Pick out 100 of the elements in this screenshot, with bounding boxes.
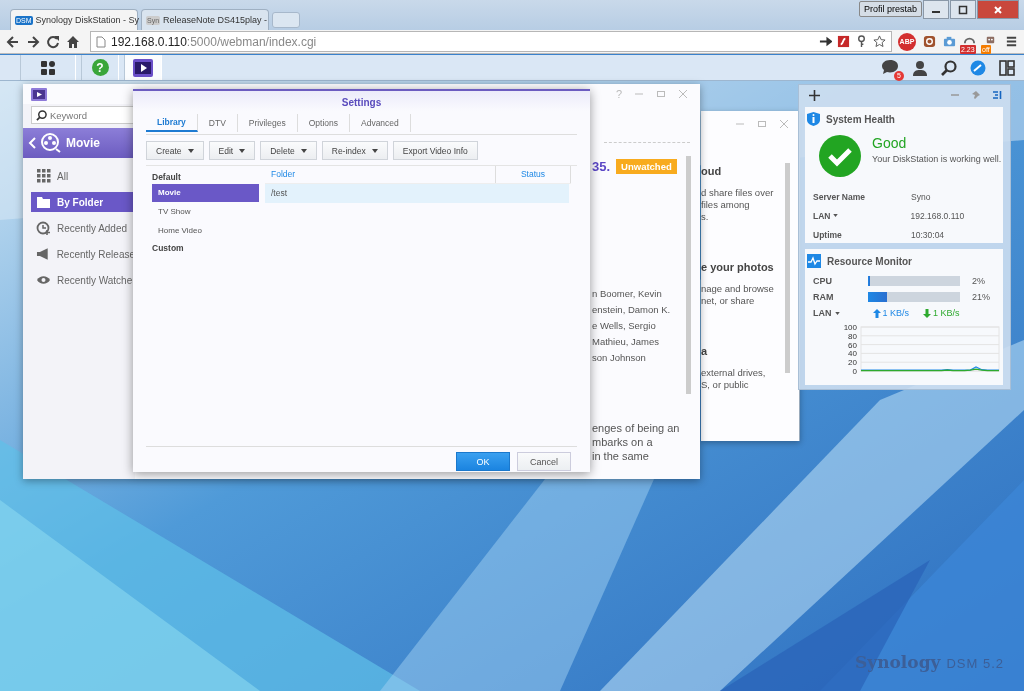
star-icon[interactable] (873, 35, 886, 48)
health-message: Your DiskStation is working well. (872, 154, 1002, 164)
cast-text: enstein, Damon K. (592, 304, 672, 317)
menu-icon[interactable] (1005, 35, 1018, 48)
section-heading: a (701, 345, 709, 357)
scrollbar[interactable] (686, 156, 691, 394)
add-icon[interactable] (809, 89, 820, 101)
apps-grid-icon (40, 59, 56, 76)
tab[interactable]: Advanced (350, 114, 411, 132)
table-row[interactable]: /test (265, 184, 569, 203)
cast-text: e Wells, Sergio (592, 320, 657, 333)
library-item[interactable]: TV Show (152, 203, 259, 221)
flash-icon[interactable] (837, 35, 850, 48)
text-line: net, or share (701, 295, 756, 307)
section-title: Movie (66, 136, 100, 150)
video-app-icon (31, 87, 47, 101)
meter-reading: 2% (972, 276, 985, 286)
tab[interactable]: Privileges (237, 114, 298, 132)
help-button[interactable]: ? (81, 55, 119, 80)
nav-item[interactable]: Recently Release (31, 244, 135, 264)
group-label: Custom (152, 242, 185, 255)
search-icon[interactable] (941, 59, 957, 76)
user-icon[interactable] (912, 59, 928, 76)
caret-icon (187, 148, 194, 153)
home-icon[interactable] (66, 34, 80, 49)
maximize-button[interactable] (950, 0, 976, 19)
tab[interactable]: DTV (197, 114, 238, 132)
widgets-icon[interactable] (999, 59, 1015, 76)
description-text: enges of being an (592, 421, 681, 435)
dashboard-icon[interactable] (970, 59, 986, 76)
dropdown-button[interactable]: Delete (260, 141, 317, 160)
reload-icon[interactable] (46, 34, 60, 49)
close-icon (993, 4, 1003, 15)
column-header[interactable]: Status (496, 166, 571, 183)
page-icon (96, 35, 106, 48)
text-line: S, or public (701, 379, 750, 391)
scrollbar[interactable] (785, 163, 790, 373)
url-text: 192.168.0.110:5000/webman/index.cgi (111, 34, 317, 49)
check-icon (819, 135, 861, 177)
close-button[interactable] (977, 0, 1019, 19)
meter-label: CPU (813, 276, 833, 286)
axis-label: 40 (848, 349, 857, 359)
status-tag: Unwatched (616, 159, 677, 174)
movie-title: 35. (592, 159, 611, 174)
meter-label: RAM (813, 292, 835, 302)
tab-title: ReleaseNote DS415play - (163, 15, 268, 25)
eye-icon (36, 273, 51, 287)
tab[interactable]: Library (146, 114, 198, 132)
caret-icon (239, 148, 246, 153)
camera-icon[interactable] (923, 35, 936, 48)
group-label: Default (152, 171, 182, 184)
text-line: nage and browse (701, 283, 775, 295)
library-item[interactable]: Movie (152, 184, 259, 202)
dropdown-button[interactable]: Re-index (321, 141, 388, 160)
address-field[interactable]: 192.168.0.110:5000/webman/index.cgi (90, 31, 892, 52)
text-line: files among (701, 199, 751, 211)
cancel-button[interactable]: Cancel (517, 452, 571, 471)
section-header[interactable]: Movie (23, 128, 135, 158)
info-value: 10:30:04 (911, 229, 945, 240)
forward-icon[interactable] (26, 34, 40, 49)
key-icon[interactable] (855, 35, 868, 48)
column-header[interactable]: Folder (265, 166, 496, 183)
ok-button[interactable]: OK (456, 452, 510, 471)
network-dropdown[interactable]: LAN (813, 308, 840, 318)
video-app-icon (133, 58, 153, 77)
minimize-icon (932, 11, 940, 13)
library-item[interactable]: Home Video (152, 222, 259, 240)
maximize-icon (958, 4, 968, 15)
dropdown-button[interactable]: Create (146, 141, 204, 160)
camera-icon[interactable] (943, 35, 956, 48)
tab[interactable]: Options (297, 114, 350, 132)
widget-title: Resource Monitor (827, 255, 912, 267)
upload-arrow-icon (872, 308, 881, 318)
video-app-button[interactable] (124, 55, 162, 80)
upload-speed: 1 KB/s (872, 308, 909, 318)
keyword-input[interactable]: Keyword (50, 109, 130, 121)
cast-text: son Johnson (592, 352, 647, 365)
profile-button[interactable]: Profil prestab (858, 1, 922, 17)
tab-title: Synology DiskStation - Sy (35, 15, 140, 25)
collapse-icon[interactable] (992, 90, 1002, 100)
meter-reading: 21% (972, 292, 990, 302)
minimize-button[interactable] (923, 0, 949, 19)
info-value: 192.168.0.110 (910, 210, 965, 221)
description-text: in the same (592, 449, 650, 463)
nav-item[interactable]: All (31, 166, 135, 186)
nav-item[interactable]: By Folder (31, 192, 135, 212)
toolbar-button[interactable]: Export Video Info (392, 141, 478, 160)
widget-title: System Health (826, 113, 895, 125)
chat-icon[interactable] (881, 58, 899, 75)
axis-label: 20 (848, 358, 857, 368)
caret-icon (300, 148, 307, 153)
caret-icon (834, 311, 840, 315)
axis-label: 60 (848, 340, 857, 350)
nav-item[interactable]: Recently Watche (31, 270, 135, 290)
text-line: external drives, (701, 367, 767, 379)
dropdown-button[interactable]: Edit (208, 141, 256, 160)
nav-item[interactable]: Recently Added (31, 218, 135, 238)
main-menu-button[interactable] (20, 55, 76, 80)
info-dropdown[interactable]: LAN (813, 210, 839, 221)
back-icon[interactable] (6, 34, 20, 49)
